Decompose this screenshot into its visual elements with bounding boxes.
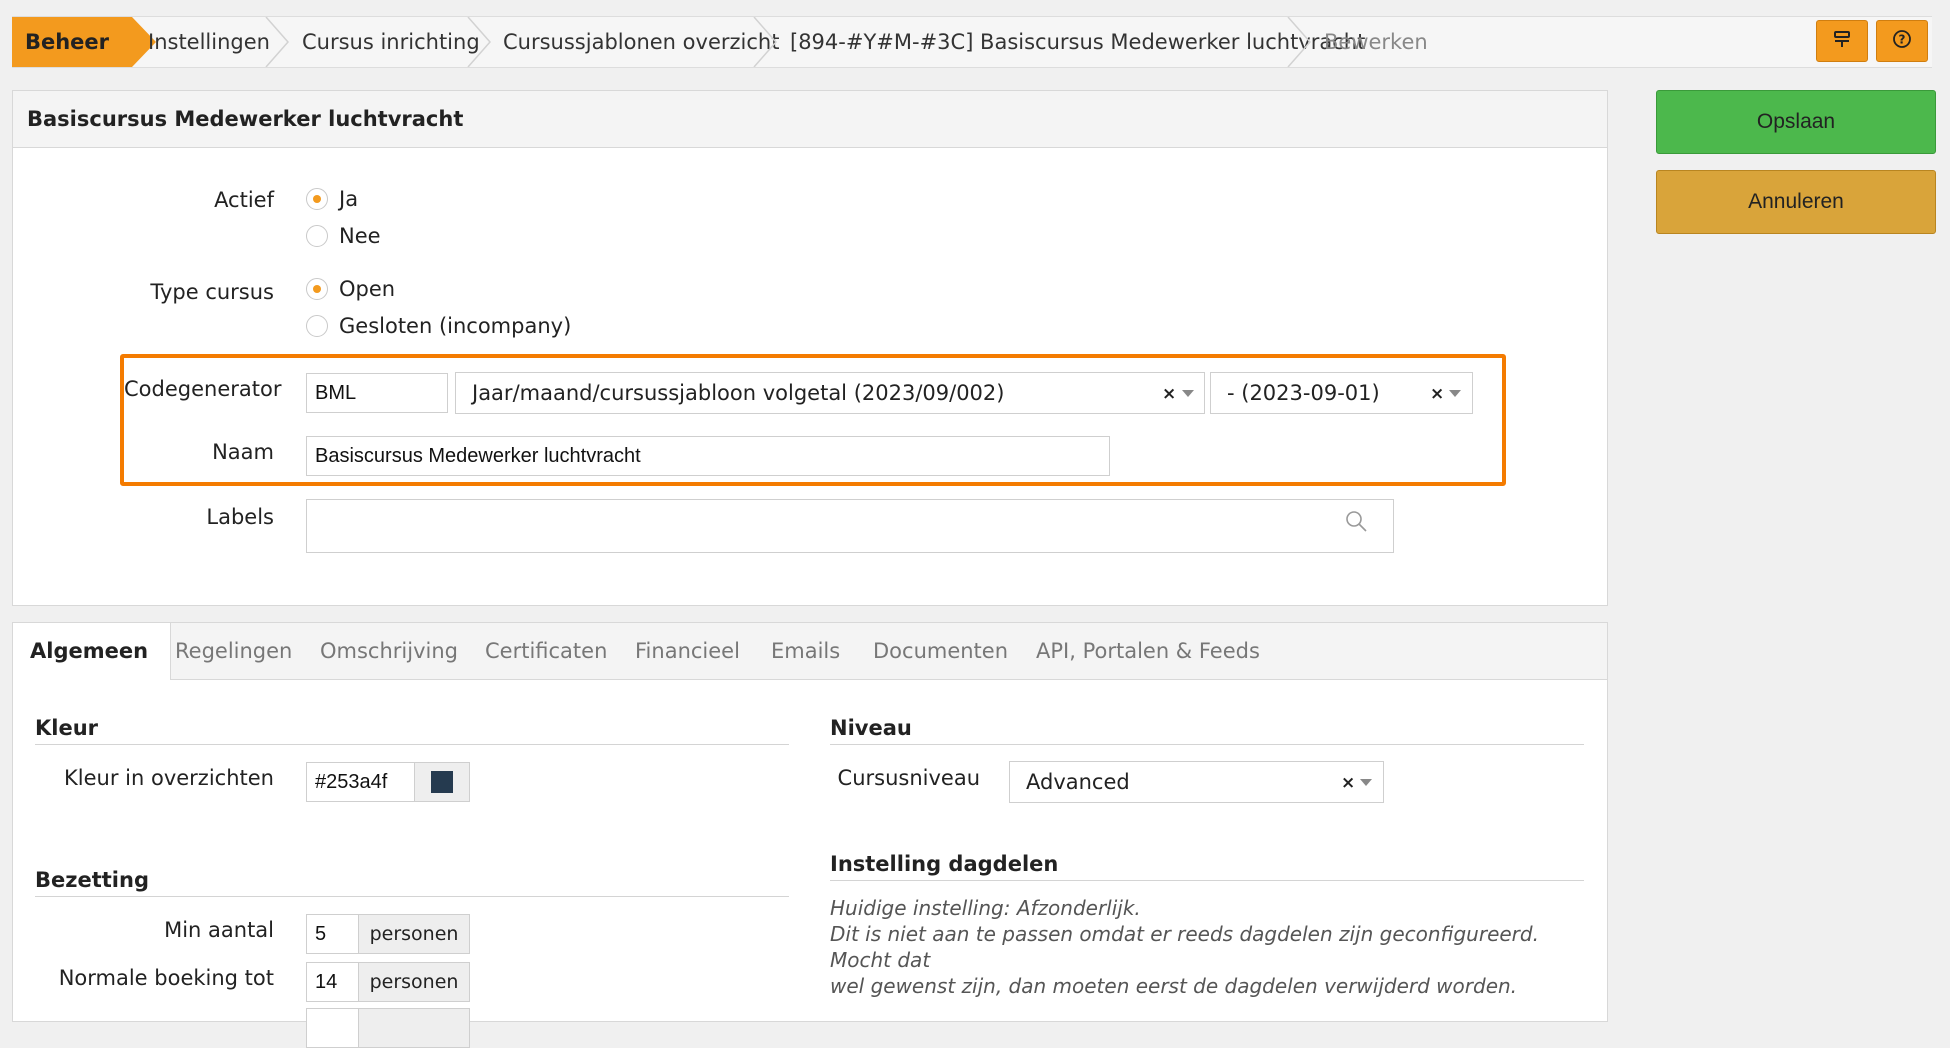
tab-documenten[interactable]: Documenten (873, 623, 1008, 679)
tab-regelingen[interactable]: Regelingen (175, 623, 292, 679)
tab-financieel[interactable]: Financieel (635, 623, 740, 679)
type-gesloten-radio[interactable] (306, 315, 328, 337)
breadcrumb-item-instellingen[interactable]: Instellingen (148, 17, 270, 67)
tab-certificaten[interactable]: Certificaten (485, 623, 607, 679)
breadcrumb-separator (466, 17, 492, 67)
breadcrumb: Beheer Instellingen Cursus inrichting Cu… (12, 16, 1932, 68)
dagdelen-note-line: Dit is niet aan te passen omdat er reeds… (830, 922, 1539, 972)
type-open-label[interactable]: Open (339, 277, 395, 301)
breadcrumb-item-bewerken: Bewerken (1324, 30, 1428, 54)
color-picker-button[interactable] (414, 762, 470, 802)
naam-label: Naam (212, 440, 274, 464)
code-pattern-value: Jaar/maand/cursussjabloon volgetal (2023… (472, 381, 1005, 405)
min-aantal-label: Min aantal (164, 918, 274, 942)
help-button[interactable]: ? (1876, 20, 1928, 62)
dagdelen-note-line: Huidige instelling: Afzonderlijk. (830, 896, 1141, 920)
normale-boeking-label: Normale boeking tot (58, 966, 274, 990)
save-button[interactable]: Opslaan (1656, 90, 1936, 154)
cursusniveau-value: Advanced (1026, 770, 1130, 794)
tab-omschrijving[interactable]: Omschrijving (320, 623, 458, 679)
normale-boeking-input[interactable]: 14 (306, 962, 360, 1002)
breadcrumb-separator (264, 17, 290, 67)
chevron-down-icon[interactable] (1360, 779, 1372, 786)
breadcrumb-item-beheer[interactable]: Beheer (12, 17, 156, 67)
tab-api-portalen-feeds[interactable]: API, Portalen & Feeds (1036, 623, 1260, 679)
actief-ja-label[interactable]: Ja (339, 187, 358, 211)
codegenerator-label: Codegenerator (124, 377, 282, 401)
breadcrumb-item-cursussjablonen[interactable]: Cursussjablonen overzicht (503, 17, 779, 67)
type-open-radio[interactable] (306, 278, 328, 300)
next-field-unit (358, 1008, 470, 1048)
breadcrumb-separator (1286, 17, 1312, 67)
dagdelen-heading: Instelling dagdelen (830, 852, 1584, 881)
clear-icon[interactable]: × (1341, 763, 1355, 803)
kleur-input[interactable]: #253a4f (306, 762, 416, 802)
cancel-button[interactable]: Annuleren (1656, 170, 1936, 234)
kleur-heading: Kleur (35, 716, 789, 745)
next-field-input[interactable] (306, 1008, 360, 1048)
naam-input[interactable]: Basiscursus Medewerker luchtvracht (306, 436, 1110, 476)
type-cursus-label: Type cursus (150, 280, 274, 304)
cursusniveau-label: Cursusniveau (837, 766, 980, 790)
chevron-down-icon[interactable] (1449, 390, 1461, 397)
color-swatch (431, 771, 453, 793)
actief-nee-label[interactable]: Nee (339, 224, 381, 248)
actief-ja-radio[interactable] (306, 188, 328, 210)
tab-bar: Algemeen Regelingen Omschrijving Certifi… (13, 623, 1607, 680)
breadcrumb-separator (752, 17, 778, 67)
chevron-down-icon[interactable] (1182, 390, 1194, 397)
bezetting-heading: Bezetting (35, 868, 789, 897)
min-aantal-unit: personen (358, 914, 470, 954)
clear-icon[interactable]: × (1430, 374, 1444, 414)
help-icon: ? (1892, 29, 1912, 53)
actief-nee-radio[interactable] (306, 225, 328, 247)
actief-label: Actief (214, 188, 274, 212)
kleur-label: Kleur in overzichten (64, 766, 274, 790)
code-date-select[interactable]: - (2023-09-01) × (1210, 372, 1473, 414)
cursusniveau-select[interactable]: Advanced × (1009, 761, 1384, 803)
clear-icon[interactable]: × (1162, 374, 1176, 414)
dagdelen-note: Huidige instelling: Afzonderlijk. Dit is… (830, 895, 1590, 999)
labels-label: Labels (206, 505, 274, 529)
code-prefix-input[interactable]: BML (306, 373, 448, 413)
min-aantal-input[interactable]: 5 (306, 914, 360, 954)
list-icon (1833, 30, 1851, 52)
tab-emails[interactable]: Emails (771, 623, 840, 679)
list-toggle-button[interactable] (1816, 20, 1868, 62)
page-title: Basiscursus Medewerker luchtvracht (13, 91, 1607, 148)
breadcrumb-item-cursus[interactable]: [894-#Y#M-#3C] Basiscursus Medewerker lu… (790, 17, 1365, 67)
dagdelen-note-line: wel gewenst zijn, dan moeten eerst de da… (830, 974, 1518, 998)
code-date-value: - (2023-09-01) (1227, 381, 1380, 405)
breadcrumb-item-cursus-inrichting[interactable]: Cursus inrichting (302, 17, 480, 67)
search-icon[interactable] (1344, 509, 1368, 537)
type-gesloten-label[interactable]: Gesloten (incompany) (339, 314, 571, 338)
labels-input[interactable] (306, 499, 1394, 553)
tab-algemeen[interactable]: Algemeen (13, 623, 171, 680)
code-pattern-select[interactable]: Jaar/maand/cursussjabloon volgetal (2023… (455, 372, 1205, 414)
svg-text:?: ? (1899, 33, 1906, 47)
niveau-heading: Niveau (830, 716, 1584, 745)
normale-boeking-unit: personen (358, 962, 470, 1002)
